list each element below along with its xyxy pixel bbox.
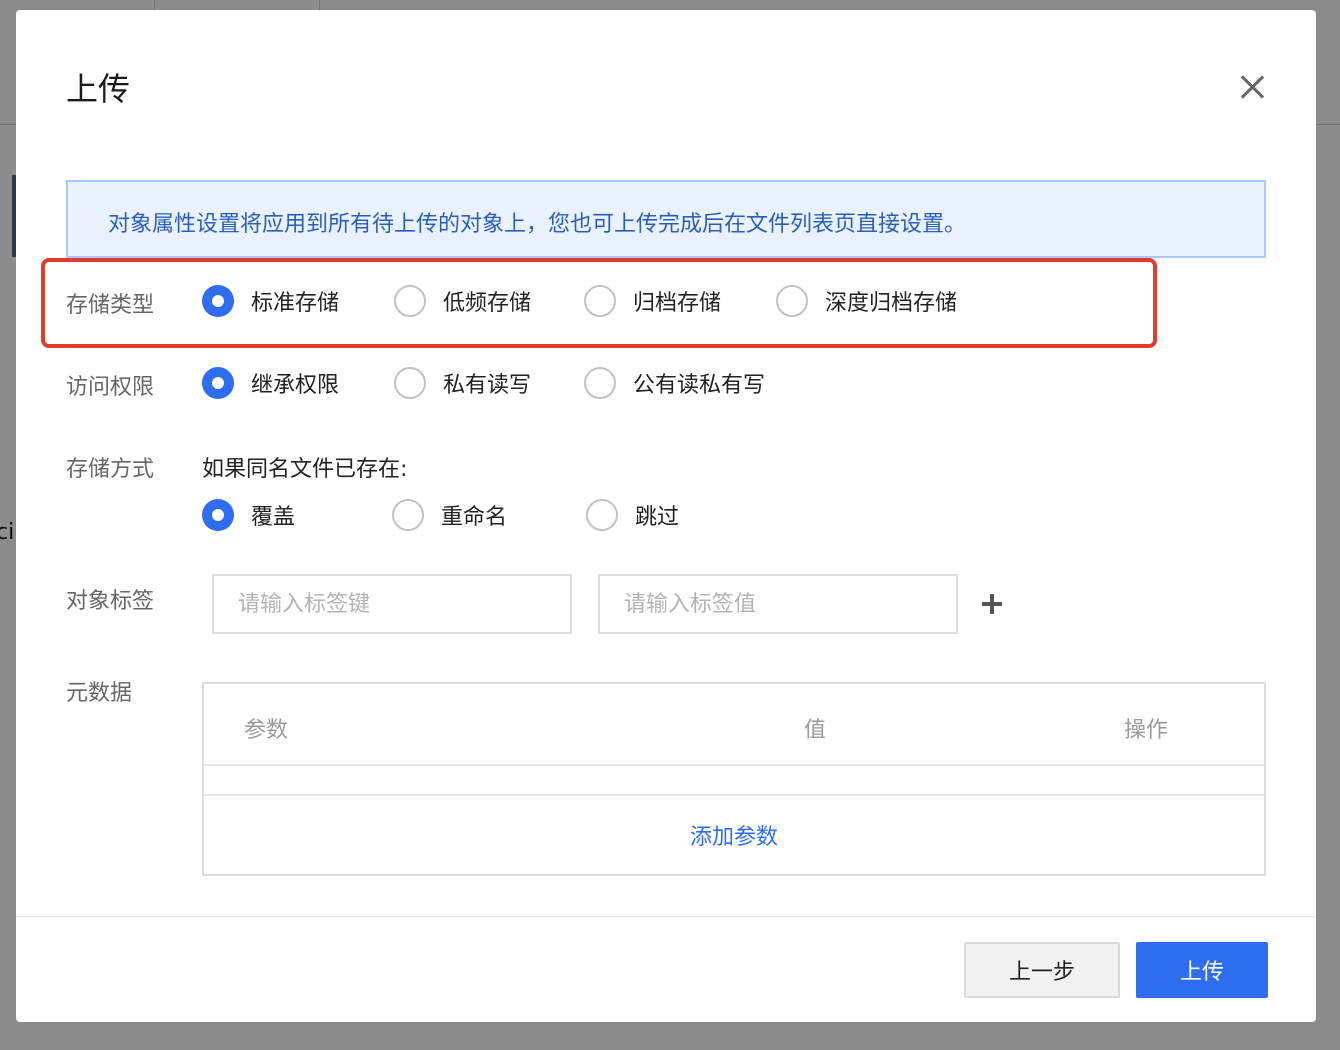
radio-label: 覆盖 [251,505,296,530]
close-icon[interactable] [1238,72,1268,102]
radio-skip[interactable]: 跳过 [586,499,679,531]
radio-label: 标准存储 [251,291,340,316]
radio-unchecked-icon [584,367,616,399]
info-notice: 对象属性设置将应用到所有待上传的对象上，您也可上传完成后在文件列表页直接设置。 [66,180,1266,258]
notice-text: 对象属性设置将应用到所有待上传的对象上，您也可上传完成后在文件列表页直接设置。 [108,212,967,237]
storage-type-label: 存储类型 [66,293,155,318]
radio-inherit-permission[interactable]: 继承权限 [202,367,339,399]
conflict-prompt: 如果同名文件已存在: [202,457,408,482]
radio-public-read[interactable]: 公有读私有写 [584,367,765,399]
radio-label: 私有读写 [443,373,532,398]
radio-deep-archive-storage[interactable]: 深度归档存储 [776,285,957,317]
dialog-title: 上传 [66,70,131,108]
radio-archive-storage[interactable]: 归档存储 [584,285,721,317]
access-label: 访问权限 [66,375,155,400]
radio-rename[interactable]: 重命名 [392,499,507,531]
radio-unchecked-icon [392,499,424,531]
radio-label: 低频存储 [443,291,532,316]
radio-unchecked-icon [586,499,618,531]
table-header: 参数 值 操作 [204,684,1264,766]
plus-icon[interactable] [982,594,1002,614]
radio-private-rw[interactable]: 私有读写 [394,367,531,399]
radio-unchecked-icon [394,285,426,317]
radio-label: 深度归档存储 [825,291,958,316]
radio-unchecked-icon [776,285,808,317]
previous-step-button[interactable]: 上一步 [964,942,1120,998]
table-row [204,766,1264,796]
tag-key-input[interactable] [212,574,572,634]
radio-checked-icon [202,367,234,399]
metadata-table: 参数 值 操作 添加参数 [202,682,1266,876]
radio-checked-icon [202,285,234,317]
upload-button[interactable]: 上传 [1136,942,1268,998]
add-parameter-link[interactable]: 添加参数 [204,796,1264,874]
radio-unchecked-icon [584,285,616,317]
radio-label: 继承权限 [251,373,340,398]
column-header-value: 值 [804,718,827,743]
radio-label: 归档存储 [633,291,722,316]
radio-label: 重命名 [441,505,508,530]
radio-unchecked-icon [394,367,426,399]
storage-mode-label: 存储方式 [66,457,155,482]
metadata-label: 元数据 [66,681,133,706]
object-tags-label: 对象标签 [66,589,155,614]
radio-overwrite[interactable]: 覆盖 [202,499,295,531]
tag-value-input[interactable] [598,574,958,634]
radio-infrequent-storage[interactable]: 低频存储 [394,285,531,317]
radio-checked-icon [202,499,234,531]
radio-label: 公有读私有写 [633,373,766,398]
footer-divider [16,916,1316,917]
upload-dialog: 上传 对象属性设置将应用到所有待上传的对象上，您也可上传完成后在文件列表页直接设… [16,10,1316,1022]
column-header-param: 参数 [244,718,289,743]
radio-label: 跳过 [635,505,680,530]
column-header-action: 操作 [1124,718,1169,743]
radio-standard-storage[interactable]: 标准存储 [202,285,339,317]
